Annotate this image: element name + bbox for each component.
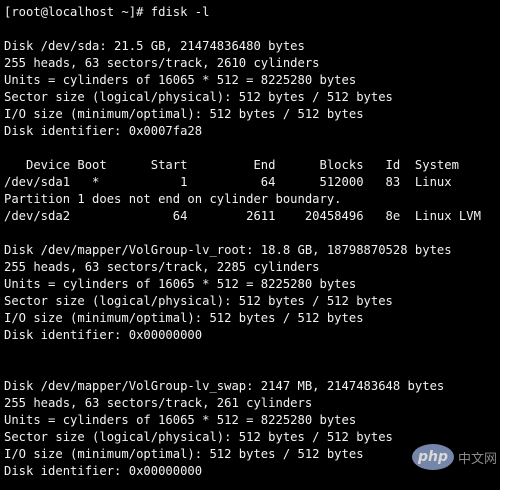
terminal-line: Units = cylinders of 16065 * 512 = 82252… [4, 413, 357, 427]
terminal-line: Sector size (logical/physical): 512 byte… [4, 294, 393, 308]
terminal-line: Disk /dev/sda: 21.5 GB, 21474836480 byte… [4, 39, 305, 53]
terminal-line: 255 heads, 63 sectors/track, 2285 cylind… [4, 260, 320, 274]
terminal-line: Disk /dev/mapper/VolGroup-lv_root: 18.8 … [4, 243, 452, 257]
terminal-window[interactable]: [root@localhost ~]# fdisk -l Disk /dev/sd… [0, 0, 500, 490]
terminal-line: Partition 1 does not end on cylinder bou… [4, 192, 342, 206]
terminal-line: Disk identifier: 0x0007fa28 [4, 124, 203, 138]
terminal-line: Disk /dev/mapper/VolGroup-lv_swap: 2147 … [4, 379, 445, 393]
terminal-line: /dev/sda1 * 1 64 512000 83 Linux [4, 175, 452, 189]
terminal-line: I/O size (minimum/optimal): 512 bytes / … [4, 107, 364, 121]
terminal-line: Device Boot Start End Blocks Id System [4, 158, 459, 172]
terminal-line: 255 heads, 63 sectors/track, 261 cylinde… [4, 396, 313, 410]
watermark-text: 中文网 [457, 451, 497, 467]
terminal-line: Units = cylinders of 16065 * 512 = 82252… [4, 73, 357, 87]
terminal-line: /dev/sda2 64 2611 20458496 8e Linux LVM [4, 209, 481, 223]
terminal-line: Sector size (logical/physical): 512 byte… [4, 90, 393, 104]
terminal-line: [root@localhost ~]# fdisk -l [4, 5, 210, 19]
terminal-output: [root@localhost ~]# fdisk -l Disk /dev/sd… [4, 4, 500, 480]
terminal-line: Units = cylinders of 16065 * 512 = 82252… [4, 277, 357, 291]
php-logo-icon: php [411, 444, 454, 470]
terminal-line: Disk identifier: 0x00000000 [4, 328, 203, 342]
terminal-line: I/O size (minimum/optimal): 512 bytes / … [4, 311, 364, 325]
watermark: php 中文网 [411, 444, 497, 470]
terminal-line: 255 heads, 63 sectors/track, 2610 cylind… [4, 56, 320, 70]
